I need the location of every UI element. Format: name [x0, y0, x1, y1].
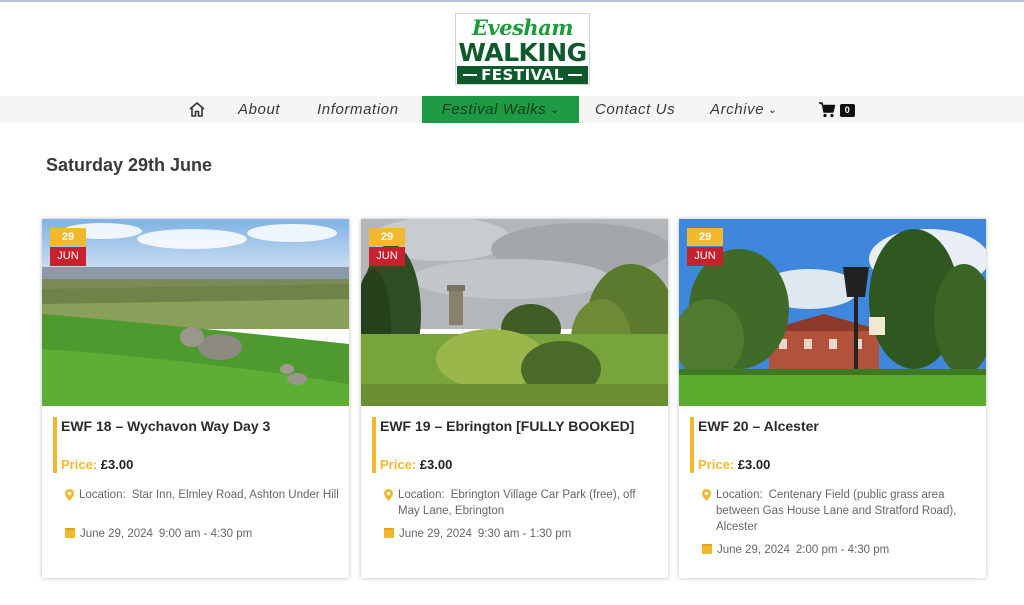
nav-cart[interactable]: 0: [818, 96, 858, 123]
price-value: £3.00: [100, 457, 134, 472]
calendar-icon: [65, 528, 75, 538]
event-date: June 29, 2024: [717, 544, 790, 556]
title-accent-bar: [53, 417, 57, 473]
event-date: June 29, 2024: [399, 528, 472, 540]
price-label: Price:: [380, 457, 417, 472]
location-label: Location:: [79, 489, 126, 501]
event-card[interactable]: 29 JUN EWF 19 – Ebrington [FULLY BOOKED]…: [361, 219, 668, 578]
logo-festival-bar: FESTIVAL: [457, 66, 588, 84]
event-card[interactable]: 29 JUN EWF 18 – Wychavon Way Day 3 Price…: [42, 219, 349, 578]
event-location: Location: Centenary Field (public grass a…: [702, 487, 978, 535]
event-date: June 29, 2024: [80, 528, 153, 540]
event-location: Location: Star Inn, Elmley Road, Ashton U…: [65, 487, 341, 503]
event-date-day: 29: [687, 228, 723, 246]
nav-home[interactable]: [186, 96, 210, 123]
event-title[interactable]: EWF 19 – Ebrington [FULLY BOOKED]: [380, 418, 660, 434]
event-image[interactable]: 29 JUN: [679, 219, 986, 406]
chevron-down-icon: ⌄: [550, 105, 560, 116]
chevron-down-icon: ⌄: [768, 105, 778, 116]
event-title[interactable]: EWF 20 – Alcester: [698, 418, 978, 434]
price-value: £3.00: [419, 457, 453, 472]
site-logo[interactable]: Evesham WALKING FESTIVAL: [455, 13, 590, 85]
location-pin-icon: [384, 489, 393, 501]
price-label: Price:: [698, 457, 735, 472]
nav-about[interactable]: About: [238, 96, 280, 123]
event-datetime: June 29, 2024 2:00 pm - 4:30 pm: [702, 542, 889, 558]
event-date-month: JUN: [687, 247, 723, 266]
event-datetime: June 29, 2024 9:00 am - 4:30 pm: [65, 526, 252, 542]
event-price: Price: £3.00: [698, 457, 770, 472]
top-border: [0, 0, 1024, 2]
event-datetime: June 29, 2024 9:30 am - 1:30 pm: [384, 526, 571, 542]
location-pin-icon: [702, 489, 711, 501]
nav-information[interactable]: Information: [317, 96, 399, 123]
logo-line-festival: FESTIVAL: [481, 66, 564, 84]
cart-icon: [819, 102, 836, 118]
cart-count-badge: 0: [840, 104, 855, 117]
title-accent-bar: [372, 417, 376, 473]
location-pin-icon: [65, 489, 74, 501]
event-title[interactable]: EWF 18 – Wychavon Way Day 3: [61, 418, 341, 434]
nav-archive[interactable]: Archive ⌄: [710, 96, 777, 123]
price-label: Price:: [61, 457, 98, 472]
main-navigation: About Information Festival Walks ⌄ Contac…: [0, 96, 1024, 123]
event-date-day: 29: [369, 228, 405, 246]
event-price: Price: £3.00: [61, 457, 133, 472]
location-value: Star Inn, Elmley Road, Ashton Under Hill: [131, 489, 339, 501]
event-image[interactable]: 29 JUN: [361, 219, 668, 406]
event-time: 9:30 am - 1:30 pm: [477, 528, 572, 540]
event-time: 2:00 pm - 4:30 pm: [795, 544, 890, 556]
nav-festival-walks-label: Festival Walks: [441, 101, 547, 118]
calendar-icon: [384, 528, 394, 538]
price-value: £3.00: [737, 457, 771, 472]
home-icon: [189, 102, 205, 117]
logo-line-walking: WALKING: [458, 38, 587, 67]
event-image[interactable]: 29 JUN: [42, 219, 349, 406]
event-price: Price: £3.00: [380, 457, 452, 472]
event-card[interactable]: 29 JUN EWF 20 – Alcester Price: £3.00 Lo…: [679, 219, 986, 578]
calendar-icon: [702, 544, 712, 554]
day-heading: Saturday 29th June: [46, 155, 213, 175]
location-label: Location:: [398, 489, 445, 501]
event-date-month: JUN: [50, 247, 86, 266]
nav-archive-label: Archive: [710, 101, 765, 118]
event-location: Location: Ebrington Village Car Park (fre…: [384, 487, 660, 519]
event-time: 9:00 am - 4:30 pm: [158, 528, 253, 540]
nav-festival-walks[interactable]: Festival Walks ⌄: [422, 96, 579, 123]
nav-contact-us[interactable]: Contact Us: [595, 96, 675, 123]
title-accent-bar: [690, 417, 694, 473]
logo-line-evesham: Evesham: [472, 15, 574, 40]
event-date-month: JUN: [369, 247, 405, 266]
location-label: Location:: [716, 489, 763, 501]
event-date-day: 29: [50, 228, 86, 246]
